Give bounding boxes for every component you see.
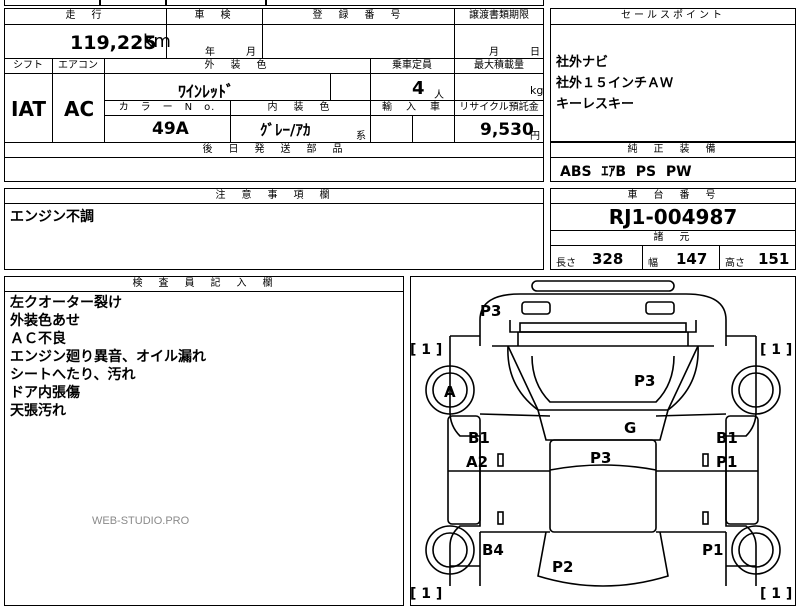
shift-value: IAT xyxy=(11,97,47,121)
capacity-header: 乗車定員 xyxy=(392,60,432,71)
damage-mark: B1 xyxy=(468,429,490,447)
sales-point-header: セールスポイント xyxy=(621,10,725,21)
sales-point-item: 社外１５インチＡＷ xyxy=(556,76,674,91)
damage-mark: P3 xyxy=(590,449,611,467)
inspection-month-label: 月 xyxy=(246,47,256,58)
top-strip-cell xyxy=(166,0,266,6)
length-label: 長さ xyxy=(556,258,576,269)
width-label: 幅 xyxy=(648,258,658,269)
top-strip-cell xyxy=(100,0,166,6)
inspector-note: エンジン廻り異音、オイル漏れ xyxy=(10,349,206,365)
transfer-deadline-header: 譲渡書類期限 xyxy=(469,10,529,21)
inspector-note: 外装色あせ xyxy=(10,313,80,329)
exterior-color-header: 外 装 色 xyxy=(204,60,270,71)
capacity-value: 4 xyxy=(412,78,425,99)
capacity-unit: 人 xyxy=(434,90,444,101)
height-value: 151 xyxy=(758,250,790,268)
mileage-header: 走 行 xyxy=(65,10,105,21)
color-no-value: 49A xyxy=(152,119,189,139)
damage-mark: P1 xyxy=(702,541,723,559)
inspector-note: ドア内張傷 xyxy=(10,385,80,401)
caution-text: エンジン不調 xyxy=(10,209,94,225)
chassis-number-header: 車 台 番 号 xyxy=(627,190,719,201)
damage-mark: P2 xyxy=(552,558,573,576)
aircon-header: エアコン xyxy=(58,60,98,71)
recycle-deposit-value: 9,530 xyxy=(480,120,534,140)
transfer-month-label: 月 xyxy=(489,47,499,58)
exterior-color-value: ﾜｲﾝﾚｯﾄﾞ xyxy=(178,82,235,101)
height-label: 高さ xyxy=(725,258,745,269)
recycle-deposit-unit: 円 xyxy=(530,131,540,142)
max-load-header: 最大積載量 xyxy=(474,60,524,71)
top-strip-cell xyxy=(4,0,100,6)
import-car-header: 輸 入 車 xyxy=(382,102,442,113)
transfer-day-label: 日 xyxy=(530,47,540,58)
color-no-header: カ ラ ー N o. xyxy=(118,102,216,113)
inspection-year-label: 年 xyxy=(205,47,215,58)
inspector-note: ＡＣ不良 xyxy=(10,331,66,347)
standard-equipment-header: 純 正 装 備 xyxy=(627,144,719,155)
top-strip-cell xyxy=(266,0,544,6)
tire-label: [ 1 ] xyxy=(410,342,442,358)
standard-equipment-value: ABS ｴｱB PS PW xyxy=(560,164,692,180)
damage-mark: B4 xyxy=(482,541,504,559)
damage-mark: A2 xyxy=(466,453,488,471)
inspector-note: シートへたり、汚れ xyxy=(10,367,136,383)
registration-header: 登 録 番 号 xyxy=(312,10,404,21)
interior-color-value: ｸﾞﾚｰ/ｱｶ xyxy=(260,121,311,139)
damage-mark: P1 xyxy=(716,453,737,471)
inspector-notes-header: 検 査 員 記 入 欄 xyxy=(132,278,276,289)
dimensions-header: 諸 元 xyxy=(653,232,693,243)
damage-mark: P3 xyxy=(634,372,655,390)
damage-mark: G xyxy=(624,419,636,437)
length-value: 328 xyxy=(592,250,624,268)
caution-header: 注 意 事 項 欄 xyxy=(215,190,333,201)
width-value: 147 xyxy=(676,250,708,268)
interior-color-header: 内 装 色 xyxy=(267,102,333,113)
max-load-unit: kg xyxy=(530,84,544,97)
recycle-deposit-header: リサイクル預託金 xyxy=(459,102,539,113)
interior-color-suffix: 系 xyxy=(356,131,366,142)
watermark: WEB-STUDIO.PRO xyxy=(92,515,190,527)
sales-point-item: 社外ナビ xyxy=(556,55,609,70)
tire-label: [ 1 ] xyxy=(760,342,792,358)
damage-mark: B1 xyxy=(716,429,738,447)
aircon-value: AC xyxy=(64,97,95,121)
damage-mark: A xyxy=(444,383,456,401)
inspection-header: 車 検 xyxy=(194,10,234,21)
inspector-note: 天張汚れ xyxy=(10,403,66,419)
car-diagram: P3 P3 A G P3 B1 A2 B1 P1 B4 P1 P2 [ 1 ] … xyxy=(410,280,792,602)
later-shipping-parts-header: 後 日 発 送 部 品 xyxy=(202,144,346,155)
sales-point-item: キーレスキー xyxy=(556,97,635,112)
inspector-note: 左クオーター裂け xyxy=(10,295,122,311)
chassis-number-value: RJ1-004987 xyxy=(608,205,738,229)
damage-mark: P3 xyxy=(480,302,501,320)
mileage-unit: km xyxy=(143,31,171,52)
shift-header: シフト xyxy=(13,60,43,71)
